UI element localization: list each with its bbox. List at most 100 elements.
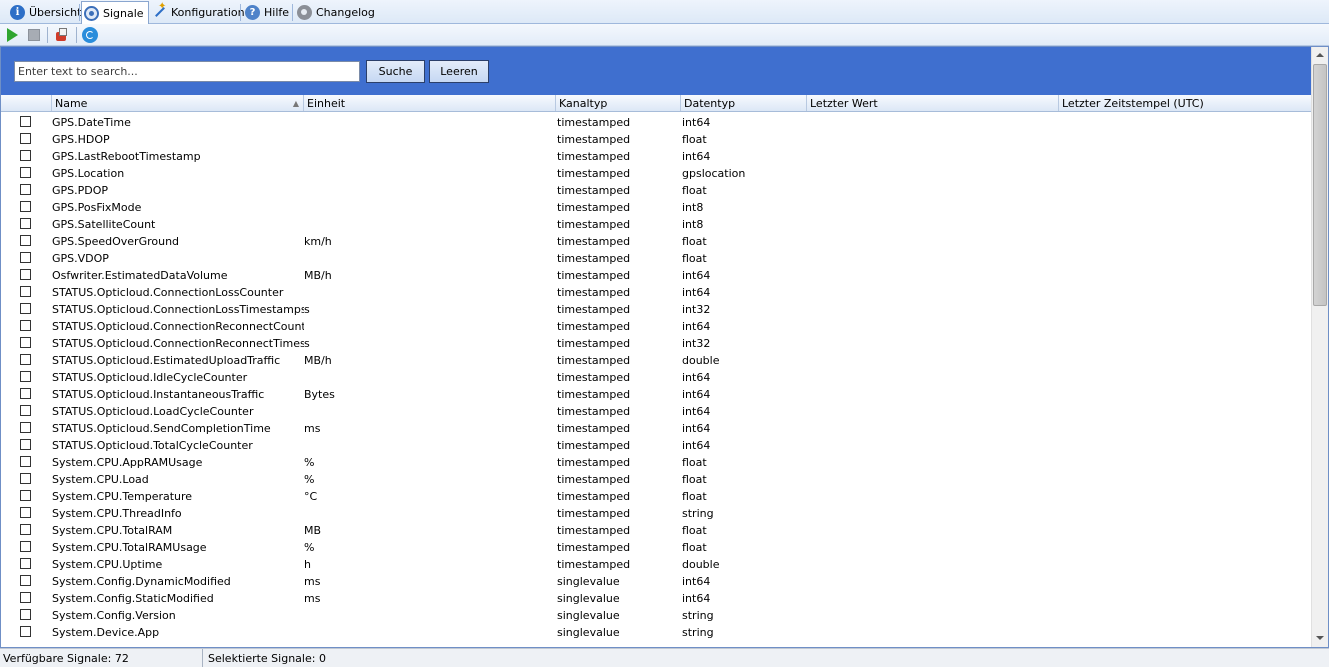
row-checkbox[interactable] xyxy=(20,371,31,382)
row-checkbox[interactable] xyxy=(20,184,31,195)
table-row[interactable]: Osfwriter.EstimatedDataVolume MB/h timesta… xyxy=(1,266,1311,283)
row-checkbox[interactable] xyxy=(20,167,31,178)
table-row[interactable]: STATUS.Opticloud.IdleCycleCounter timesta… xyxy=(1,368,1311,385)
row-checkbox[interactable] xyxy=(20,133,31,144)
table-row[interactable]: STATUS.Opticloud.LoadCycleCounter timesta… xyxy=(1,402,1311,419)
header-kanaltyp[interactable]: Kanaltyp xyxy=(555,95,680,111)
row-checkbox[interactable] xyxy=(20,201,31,212)
row-checkbox[interactable] xyxy=(20,303,31,314)
cell-channel-type: timestamped xyxy=(557,422,631,435)
row-checkbox[interactable] xyxy=(20,218,31,229)
cell-last-value xyxy=(808,130,1058,147)
row-checkbox[interactable] xyxy=(20,116,31,127)
export-icon[interactable] xyxy=(53,27,69,43)
row-checkbox[interactable] xyxy=(20,320,31,331)
row-checkbox[interactable] xyxy=(20,456,31,467)
cell-name: GPS.SpeedOverGround xyxy=(52,235,180,248)
table-row[interactable]: STATUS.Opticloud.ConnectionReconnectTime… xyxy=(1,334,1311,351)
header-checkbox-column[interactable] xyxy=(1,95,51,111)
row-checkbox[interactable] xyxy=(20,626,31,637)
help-icon: ? xyxy=(245,5,260,20)
row-checkbox[interactable] xyxy=(20,575,31,586)
cell-data-type: int64 xyxy=(682,269,711,282)
row-checkbox[interactable] xyxy=(20,473,31,484)
cell-unit: km/h xyxy=(304,235,332,248)
table-row[interactable]: STATUS.Opticloud.SendCompletionTime ms tim… xyxy=(1,419,1311,436)
table-row[interactable]: System.CPU.ThreadInfo timestamped string xyxy=(1,504,1311,521)
row-checkbox[interactable] xyxy=(20,405,31,416)
row-checkbox[interactable] xyxy=(20,541,31,552)
play-icon[interactable] xyxy=(4,27,20,43)
row-checkbox[interactable] xyxy=(20,286,31,297)
header-datentyp[interactable]: Datentyp xyxy=(680,95,806,111)
wand-icon xyxy=(152,1,167,20)
row-checkbox[interactable] xyxy=(20,507,31,518)
scroll-down-icon[interactable] xyxy=(1312,630,1328,647)
tab-hilfe[interactable]: ? Hilfe xyxy=(243,2,293,23)
cell-last-value xyxy=(808,300,1058,317)
row-checkbox[interactable] xyxy=(20,354,31,365)
gear-icon xyxy=(297,5,312,20)
row-checkbox[interactable] xyxy=(20,490,31,501)
scroll-up-icon[interactable] xyxy=(1312,47,1328,64)
table-row[interactable]: System.CPU.AppRAMUsage% timestamped float xyxy=(1,453,1311,470)
cell-channel-type: singlevalue xyxy=(557,609,620,622)
table-row[interactable]: System.Config.DynamicModified ms singleval… xyxy=(1,572,1311,589)
search-button[interactable]: Suche xyxy=(366,60,425,83)
row-checkbox[interactable] xyxy=(20,388,31,399)
search-input[interactable] xyxy=(14,61,360,82)
table-row[interactable]: System.CPU.Temperature °C timestamped float xyxy=(1,487,1311,504)
row-checkbox[interactable] xyxy=(20,524,31,535)
table-row[interactable]: System.Device.App singlevalue string xyxy=(1,623,1311,640)
table-row[interactable]: System.Config.StaticModified ms singlevalu… xyxy=(1,589,1311,606)
cell-channel-type: timestamped xyxy=(557,133,631,146)
stop-icon[interactable] xyxy=(26,27,42,43)
header-einheit[interactable]: Einheit xyxy=(303,95,555,111)
cell-name: GPS.PDOP xyxy=(52,184,109,197)
table-row[interactable]: GPS.PDOP timestamped float xyxy=(1,181,1311,198)
table-row[interactable]: STATUS.Opticloud.ConnectionLossTimestamp… xyxy=(1,300,1311,317)
row-checkbox[interactable] xyxy=(20,252,31,263)
scroll-thumb[interactable] xyxy=(1313,64,1327,306)
row-checkbox[interactable] xyxy=(20,337,31,348)
table-row[interactable]: STATUS.Opticloud.TotalCycleCounter timest… xyxy=(1,436,1311,453)
tab-konfiguration[interactable]: Konfiguration xyxy=(150,1,249,23)
row-checkbox[interactable] xyxy=(20,592,31,603)
table-row[interactable]: GPS.PosFixMode timestamped int8 xyxy=(1,198,1311,215)
table-row[interactable]: GPS.HDOP timestamped float xyxy=(1,130,1311,147)
row-checkbox[interactable] xyxy=(20,150,31,161)
header-name[interactable]: Name ▲ xyxy=(51,95,303,111)
header-letzter-zeitstempel[interactable]: Letzter Zeitstempel (UTC) xyxy=(1058,95,1311,111)
clear-button[interactable]: Leeren xyxy=(429,60,489,83)
row-checkbox[interactable] xyxy=(20,439,31,450)
table-row[interactable]: System.Config.Version singlevalue string xyxy=(1,606,1311,623)
table-row[interactable]: STATUS.Opticloud.ConnectionLossCounter ti… xyxy=(1,283,1311,300)
row-checkbox[interactable] xyxy=(20,609,31,620)
row-checkbox[interactable] xyxy=(20,235,31,246)
row-checkbox[interactable] xyxy=(20,269,31,280)
table-row[interactable]: System.CPU.Uptime h timestamped double xyxy=(1,555,1311,572)
table-row[interactable]: System.CPU.TotalRAMUsage% timestamped floa… xyxy=(1,538,1311,555)
cell-data-type: float xyxy=(682,184,707,197)
table-row[interactable]: System.CPU.TotalRAM MB timestamped float xyxy=(1,521,1311,538)
cell-last-value xyxy=(808,623,1058,640)
header-letzter-wert[interactable]: Letzter Wert xyxy=(806,95,1058,111)
table-row[interactable]: GPS.VDOP timestamped float xyxy=(1,249,1311,266)
table-row[interactable]: STATUS.Opticloud.InstantaneousTraffic Byt… xyxy=(1,385,1311,402)
tab-signale[interactable]: Signale xyxy=(81,1,149,24)
table-row[interactable]: STATUS.Opticloud.ConnectionReconnectCoun… xyxy=(1,317,1311,334)
tab-changelog[interactable]: Changelog xyxy=(295,2,379,23)
table-row[interactable]: System.CPU.Load% timestamped float xyxy=(1,470,1311,487)
row-checkbox[interactable] xyxy=(20,422,31,433)
row-checkbox[interactable] xyxy=(20,558,31,569)
vertical-scrollbar[interactable] xyxy=(1311,47,1328,647)
table-row[interactable]: STATUS.Opticloud.EstimatedUploadTraffic M… xyxy=(1,351,1311,368)
table-row[interactable]: GPS.DateTime timestamped int64 xyxy=(1,113,1311,130)
table-row[interactable]: GPS.SpeedOverGround km/h timestamped float xyxy=(1,232,1311,249)
table-row[interactable]: GPS.LastRebootTimestamp timestamped int64 xyxy=(1,147,1311,164)
table-row[interactable]: GPS.Location timestamped gpslocation xyxy=(1,164,1311,181)
tab-uebersicht[interactable]: i Übersicht xyxy=(8,2,85,23)
table-row[interactable]: GPS.SatelliteCount timestamped int8 xyxy=(1,215,1311,232)
refresh-icon[interactable] xyxy=(82,27,98,43)
sort-ascending-icon: ▲ xyxy=(292,99,299,108)
